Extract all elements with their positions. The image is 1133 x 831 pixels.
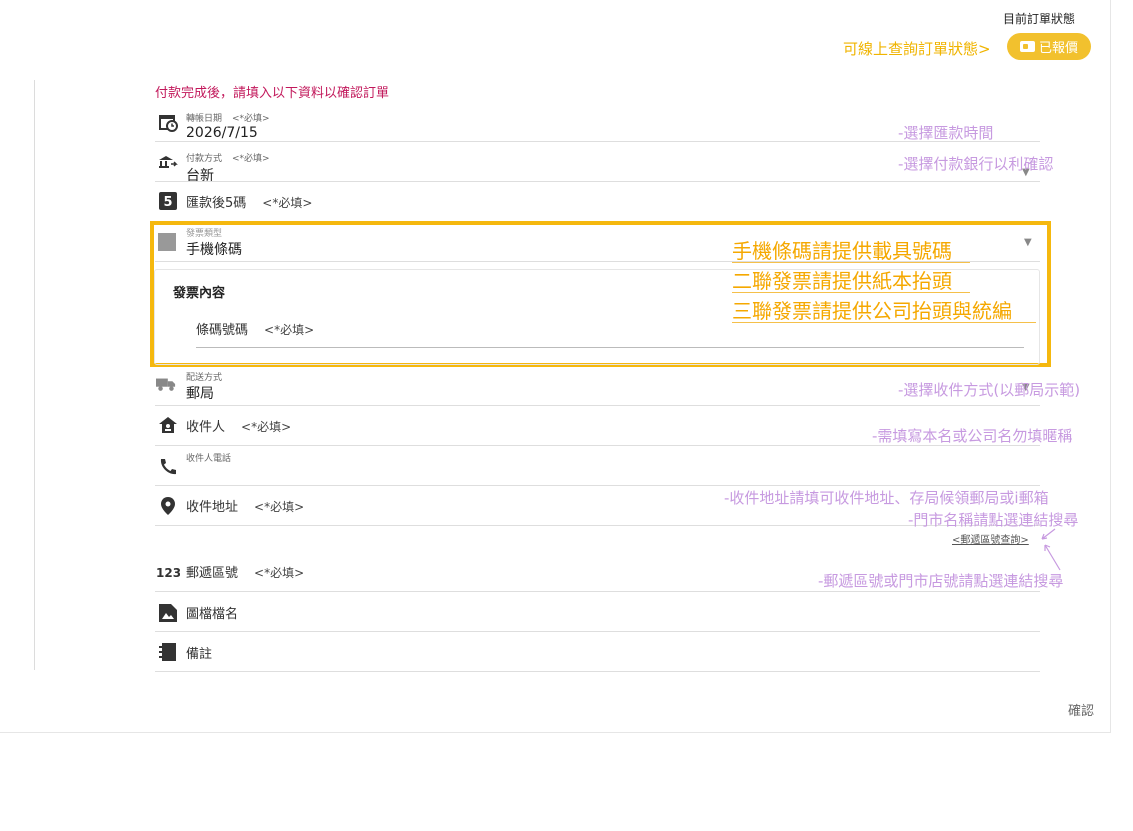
address-field[interactable]: 收件地址 <*必填> (186, 496, 304, 515)
phone-icon (158, 457, 178, 477)
zip-field[interactable]: 郵遞區號 <*必填> (186, 562, 304, 581)
truck-icon (156, 374, 176, 394)
address-required: <*必填> (254, 500, 305, 514)
invoice-hint-underline-1 (732, 262, 970, 263)
notebook-icon (158, 642, 178, 662)
zip-underline (155, 591, 1040, 592)
invoice-hint-underline-2 (732, 292, 970, 293)
recipient-required: <*必填> (241, 420, 292, 434)
transfer-date-label: 轉帳日期 (186, 114, 223, 124)
last5-label: 匯款後5碼 (186, 196, 247, 211)
invoice-hint-mobile: 手機條碼請提供載具號碼 (732, 239, 952, 263)
zip-label: 郵遞區號 (186, 566, 239, 581)
annotation-address: -收件地址請填可收件地址、存局候領郵局或i郵箱 (724, 489, 1049, 507)
annotation-ship-method: -選擇收件方式(以郵局示範) (898, 381, 1081, 399)
annotation-pay-bank: -選擇付款銀行以利確認 (898, 155, 1054, 173)
invoice-hint-duplicate: 二聯發票請提供紙本抬頭 (732, 269, 952, 293)
pay-method-required: <*必填> (232, 154, 270, 164)
number-five-icon: 5 (158, 191, 178, 211)
card-right-border (1110, 0, 1111, 732)
last5-field[interactable]: 匯款後5碼 <*必填> (186, 192, 312, 211)
phone-label: 收件人電話 (186, 454, 232, 464)
annotation-store-name: -門市名稱請點選連結搜尋 (908, 511, 1079, 529)
image-file-icon (158, 603, 178, 623)
annotation-zip: -郵遞區號或門市店號請點選連結搜尋 (818, 572, 1064, 590)
annotation-transfer-time: -選擇匯款時間 (898, 124, 994, 142)
calendar-clock-icon (158, 112, 178, 132)
card-bottom-border (0, 732, 1111, 733)
receipt-icon (157, 232, 177, 252)
recipient-label: 收件人 (186, 420, 226, 435)
location-pin-icon (158, 496, 178, 516)
note-underline (155, 671, 1040, 672)
barcode-field[interactable]: 條碼號碼 <*必填> (196, 319, 314, 338)
ship-method-underline (155, 405, 1040, 406)
svg-text:5: 5 (163, 195, 172, 210)
barcode-label: 條碼號碼 (196, 323, 249, 338)
image-file-field[interactable]: 圖檔檔名 (186, 603, 238, 622)
transfer-date-required: <*必填> (232, 114, 270, 124)
note-field[interactable]: 備註 (186, 643, 212, 662)
invoice-hint-underline-3 (732, 322, 1036, 323)
ship-method-value: 郵局 (186, 386, 214, 402)
status-badge[interactable]: 已報價 (1007, 33, 1091, 60)
transfer-date-field[interactable]: 轉帳日期 <*必填> 2026/7/15 (186, 106, 270, 141)
invoice-type-label: 發票類型 (186, 229, 223, 239)
invoice-type-value: 手機條碼 (186, 242, 242, 258)
invoice-hint-triplicate: 三聯發票請提供公司抬頭與統編 (732, 299, 1012, 323)
quote-card-icon (1019, 41, 1035, 52)
phone-underline (155, 485, 1040, 486)
left-divider (34, 80, 35, 670)
zip-required: <*必填> (254, 566, 305, 580)
phone-field[interactable]: 收件人電話 (186, 451, 231, 464)
bank-transfer-icon (158, 152, 178, 172)
pay-method-label: 付款方式 (186, 154, 223, 164)
confirm-button[interactable]: 確認 (1068, 700, 1094, 719)
arrow-up-to-link-icon (1044, 544, 1061, 571)
ship-method-field[interactable]: 配送方式 郵局 (186, 370, 222, 403)
last5-required: <*必填> (262, 196, 313, 210)
arrow-to-link-icon (1041, 528, 1056, 540)
transfer-date-value: 2026/7/15 (186, 125, 258, 141)
barcode-required: <*必填> (264, 323, 315, 337)
notice-text: 付款完成後，請填入以下資料以確認訂單 (155, 86, 390, 101)
recipient-field[interactable]: 收件人 <*必填> (186, 416, 291, 435)
svg-text:123: 123 (156, 566, 180, 579)
pay-method-underline (155, 181, 1040, 182)
status-badge-label: 已報價 (1038, 41, 1078, 56)
invoice-type-dropdown-icon[interactable]: ▼ (1024, 237, 1032, 248)
ship-method-label: 配送方式 (186, 373, 223, 383)
image-file-label: 圖檔檔名 (186, 607, 239, 622)
pay-method-field[interactable]: 付款方式 <*必填> 台新 (186, 146, 270, 185)
pay-method-value: 台新 (186, 168, 214, 184)
invoice-type-field[interactable]: 發票類型 手機條碼 (186, 226, 242, 259)
invoice-content-title: 發票內容 (173, 286, 226, 301)
numeric-123-icon: 123 (156, 562, 180, 582)
note-label: 備註 (186, 647, 213, 662)
order-status-hint: 可線上查詢訂單狀態> (843, 40, 991, 58)
order-status-title: 目前訂單狀態 (1003, 12, 1076, 26)
barcode-underline (196, 347, 1024, 348)
image-file-underline (155, 631, 1040, 632)
house-user-icon (158, 415, 178, 435)
zip-lookup-link[interactable]: <郵遞區號查詢> (952, 531, 1029, 546)
annotation-recipient: -需填寫本名或公司名勿填暱稱 (872, 427, 1073, 445)
address-label: 收件地址 (186, 500, 239, 515)
